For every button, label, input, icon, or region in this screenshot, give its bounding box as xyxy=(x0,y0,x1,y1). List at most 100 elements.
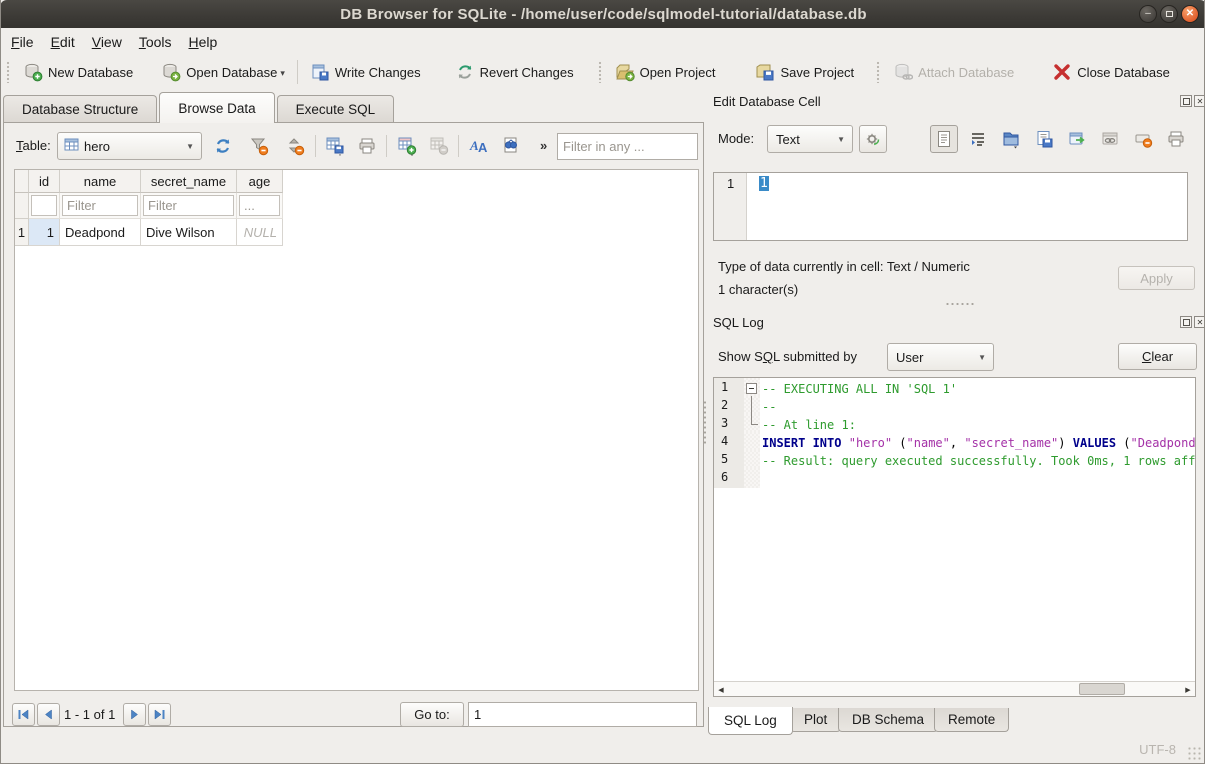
new-record-button[interactable] xyxy=(394,133,420,159)
open-database-button[interactable]: Open Database ▾ xyxy=(153,58,293,86)
cell-editor[interactable]: 1 1 xyxy=(713,172,1188,241)
menu-bar: File Edit View Tools Help xyxy=(1,28,1204,55)
goto-input[interactable] xyxy=(468,702,697,727)
open-database-dropdown[interactable]: ▾ xyxy=(280,68,285,82)
print-table-button[interactable] xyxy=(354,133,380,159)
sql-log-view[interactable]: 1-- EXECUTING ALL IN 'SQL 1' 2-- 3-- At … xyxy=(713,377,1196,697)
svg-text:A: A xyxy=(478,140,488,155)
main-tab-bar: Database Structure Browse Data Execute S… xyxy=(3,95,396,123)
apply-button[interactable]: Apply xyxy=(1118,266,1195,290)
column-header-name[interactable]: name xyxy=(60,170,141,193)
clear-log-button[interactable]: Clear xyxy=(1118,343,1197,370)
text-mode-icon-button[interactable] xyxy=(930,125,958,153)
main-toolbar: New Database Open Database ▾ Write Chang… xyxy=(1,55,1204,89)
column-header-secret-name[interactable]: secret_name xyxy=(141,170,237,193)
toolbar-overflow[interactable]: » xyxy=(540,138,547,153)
scroll-right-arrow[interactable]: ▶ xyxy=(1181,683,1195,696)
auto-switch-button[interactable] xyxy=(859,125,887,153)
menu-view[interactable]: View xyxy=(92,30,122,54)
close-database-button[interactable]: Close Database xyxy=(1044,58,1178,86)
column-header-id[interactable]: id xyxy=(29,170,60,193)
close-database-icon xyxy=(1052,62,1072,82)
table-select[interactable]: hero ▼ xyxy=(57,132,202,160)
fold-collapse-icon[interactable] xyxy=(746,383,757,394)
attach-database-icon xyxy=(893,62,913,82)
sql-log-float-icon[interactable] xyxy=(1180,316,1192,328)
filter-any-input[interactable] xyxy=(557,133,698,160)
filter-age-input[interactable] xyxy=(239,195,280,216)
cell-editor-gutter: 1 xyxy=(714,173,747,240)
tab-execute-sql[interactable]: Execute SQL xyxy=(277,95,395,122)
new-database-icon xyxy=(23,62,43,82)
resize-grip[interactable] xyxy=(1187,746,1201,760)
tab-browse-data[interactable]: Browse Data xyxy=(159,92,274,123)
clear-filters-button[interactable] xyxy=(246,133,272,159)
scroll-left-arrow[interactable]: ◀ xyxy=(714,683,728,696)
refresh-button[interactable] xyxy=(210,133,236,159)
open-project-button[interactable]: Open Project xyxy=(607,58,724,86)
import-cell-icon-button[interactable] xyxy=(997,125,1025,153)
close-button[interactable]: ✕ xyxy=(1181,5,1199,23)
clear-sorting-button[interactable] xyxy=(282,133,308,159)
tab-database-structure[interactable]: Database Structure xyxy=(3,95,157,122)
last-record-button[interactable] xyxy=(148,703,171,726)
sql-log-title: SQL Log xyxy=(713,315,764,330)
row-header[interactable]: 1 xyxy=(15,219,29,246)
bottom-tab-sql-log[interactable]: SQL Log xyxy=(708,707,793,735)
save-project-button[interactable]: Save Project xyxy=(747,58,862,86)
first-record-button[interactable] xyxy=(12,703,35,726)
cell-name[interactable]: Deadpond xyxy=(60,219,141,246)
scroll-thumb[interactable] xyxy=(1079,683,1125,695)
filter-name-input[interactable] xyxy=(62,195,138,216)
dock-splitter-handle[interactable] xyxy=(945,302,975,306)
previous-record-button[interactable] xyxy=(37,703,60,726)
cell-age[interactable]: NULL xyxy=(237,219,283,246)
minimize-button[interactable]: – xyxy=(1139,5,1157,23)
float-dock-icon[interactable] xyxy=(1180,95,1192,107)
grid-corner[interactable] xyxy=(15,170,29,193)
sql-log-close-icon[interactable]: ✕ xyxy=(1194,316,1205,328)
next-record-button[interactable] xyxy=(123,703,146,726)
delete-record-button[interactable] xyxy=(426,133,452,159)
write-changes-button[interactable]: Write Changes xyxy=(302,58,429,86)
title-bar[interactable]: DB Browser for SQLite - /home/user/code/… xyxy=(0,0,1205,28)
cell-id[interactable]: 1 xyxy=(29,219,60,246)
sql-log-hscrollbar[interactable]: ◀ ▶ xyxy=(714,681,1195,696)
save-as-icon-button[interactable] xyxy=(1063,125,1091,153)
attach-database-button[interactable]: Attach Database xyxy=(885,58,1022,86)
panel-splitter-handle[interactable] xyxy=(703,400,707,444)
menu-help[interactable]: Help xyxy=(189,30,218,54)
edit-cell-title: Edit Database Cell xyxy=(713,94,821,109)
find-button[interactable] xyxy=(498,133,524,159)
toolbar-drag-handle2[interactable] xyxy=(598,61,602,83)
menu-tools[interactable]: Tools xyxy=(139,30,172,54)
maximize-button[interactable] xyxy=(1160,5,1178,23)
new-database-button[interactable]: New Database xyxy=(15,58,141,86)
export-cell-icon-button[interactable] xyxy=(1030,125,1058,153)
revert-changes-button[interactable]: Revert Changes xyxy=(447,58,582,86)
menu-file[interactable]: File xyxy=(11,30,34,54)
filter-secret-name-input[interactable] xyxy=(143,195,234,216)
sql-source-select[interactable]: User ▼ xyxy=(887,343,994,371)
close-dock-icon[interactable]: ✕ xyxy=(1194,95,1205,107)
font-button[interactable]: AA xyxy=(466,133,492,159)
bottom-tab-plot[interactable]: Plot xyxy=(790,708,841,732)
clear-cell-icon-button[interactable] xyxy=(1129,125,1157,153)
bottom-tab-db-schema[interactable]: DB Schema xyxy=(838,708,938,732)
filter-id-input[interactable] xyxy=(31,195,57,216)
cell-type-info: Type of data currently in cell: Text / N… xyxy=(718,259,970,274)
mode-select[interactable]: Text ▼ xyxy=(767,125,853,153)
menu-edit[interactable]: Edit xyxy=(51,30,75,54)
bottom-tab-remote[interactable]: Remote xyxy=(934,708,1009,732)
column-header-age[interactable]: age xyxy=(237,170,283,193)
export-table-button[interactable] xyxy=(322,133,348,159)
word-wrap-icon-button[interactable] xyxy=(964,125,992,153)
goto-button[interactable]: Go to: xyxy=(400,702,464,727)
cell-secret-name[interactable]: Dive Wilson xyxy=(141,219,237,246)
cell-char-count: 1 character(s) xyxy=(718,282,798,297)
fold-margin[interactable] xyxy=(744,378,760,398)
print-cell-icon-button[interactable] xyxy=(1162,125,1190,153)
link-icon-button[interactable] xyxy=(1096,125,1124,153)
toolbar-drag-handle3[interactable] xyxy=(876,61,880,83)
toolbar-drag-handle[interactable] xyxy=(6,61,10,83)
